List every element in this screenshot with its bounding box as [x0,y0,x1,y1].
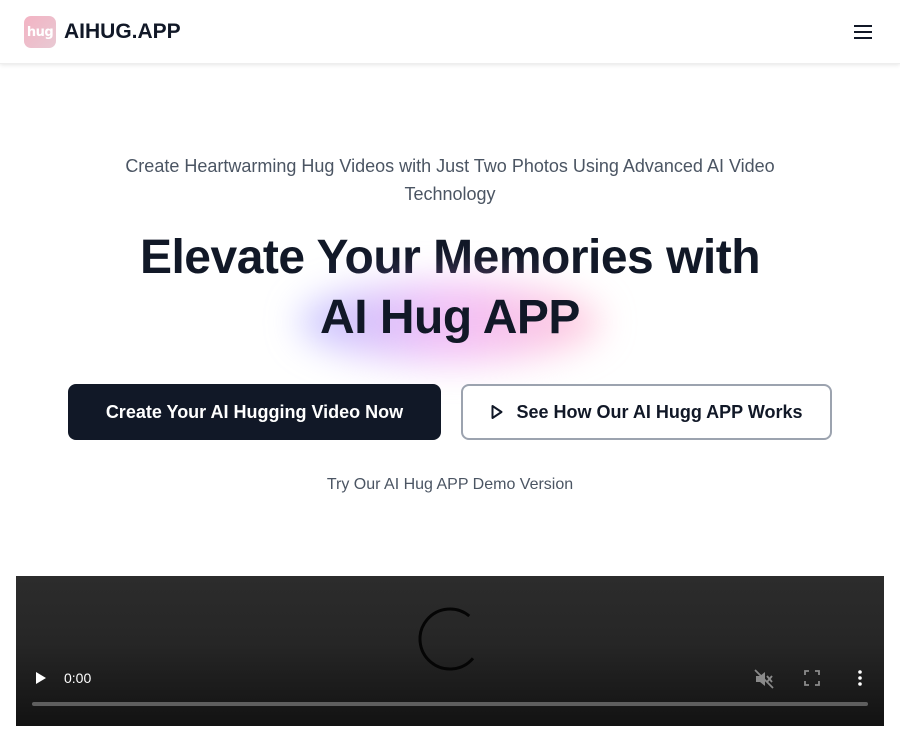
create-video-button-label: Create Your AI Hugging Video Now [105,401,404,422]
play-outline-icon [490,404,504,420]
more-options-icon[interactable] [854,669,866,687]
video-player[interactable]: 0:00 [16,576,884,726]
hero-headline: Elevate Your Memories with [139,231,761,284]
play-icon[interactable] [34,671,48,685]
hero-subtitle: Create Heartwarming Hug Videos with Just… [125,156,775,204]
see-how-it-works-button[interactable]: See How Our AI Hugg APP Works [461,384,832,440]
create-video-button[interactable]: Create Your AI Hugging Video Now [68,384,441,440]
site-header: hug AIHUG.APP [0,0,900,64]
video-progress-bar[interactable] [32,702,868,706]
muted-icon[interactable] [754,669,774,689]
demo-version-link[interactable]: Try Our AI Hug APP Demo Version [250,474,650,496]
fullscreen-icon[interactable] [803,669,821,687]
brand-name[interactable]: AIHUG.APP [64,19,181,45]
loading-spinner-icon [414,603,486,675]
logo-icon-text: hug [26,24,54,40]
video-time: 0:00 [64,670,92,686]
see-how-it-works-label: See How Our AI Hugg APP Works [516,401,803,422]
hamburger-menu-icon[interactable] [852,22,876,42]
hero-headline-highlight: AI Hug APP [320,291,580,344]
logo-icon[interactable]: hug [24,16,56,48]
